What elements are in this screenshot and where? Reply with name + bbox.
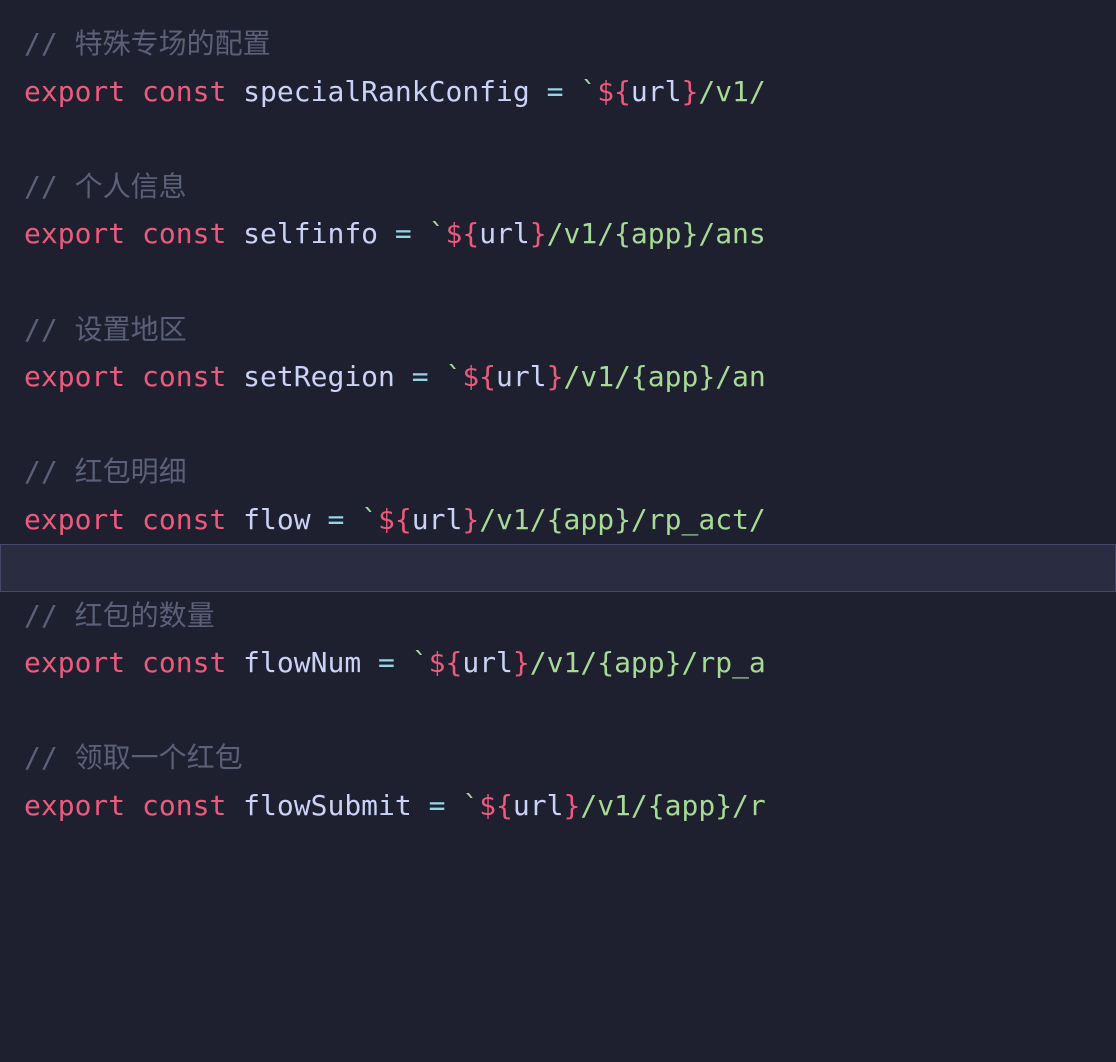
code-line-declaration: export const selfinfo = `${url}/v1/{app}… — [24, 210, 1116, 258]
comment-text: // 个人信息 — [24, 170, 187, 203]
template-open: ${ — [429, 646, 463, 679]
identifier: setRegion — [243, 360, 395, 393]
template-close: } — [547, 360, 564, 393]
identifier: specialRankConfig — [243, 75, 530, 108]
template-close: } — [681, 75, 698, 108]
keyword-const: const — [142, 360, 226, 393]
template-var: url — [462, 646, 513, 679]
operator-equals: = — [429, 789, 446, 822]
string-tail: /v1/{app}/ans — [547, 217, 766, 250]
keyword-export: export — [24, 503, 125, 536]
template-close: } — [563, 789, 580, 822]
code-line-comment: // 特殊专场的配置 — [24, 20, 1116, 68]
operator-equals: = — [395, 217, 412, 250]
keyword-export: export — [24, 75, 125, 108]
template-close: } — [530, 217, 547, 250]
code-line-comment: // 领取一个红包 — [24, 734, 1116, 782]
keyword-export: export — [24, 217, 125, 250]
backtick: ` — [429, 217, 446, 250]
keyword-export: export — [24, 789, 125, 822]
code-line-declaration: export const flow = `${url}/v1/{app}/rp_… — [24, 496, 1116, 544]
keyword-export: export — [24, 360, 125, 393]
backtick: ` — [462, 789, 479, 822]
keyword-const: const — [142, 75, 226, 108]
keyword-const: const — [142, 789, 226, 822]
template-close: } — [462, 503, 479, 536]
code-line-comment: // 红包的数量 — [24, 592, 1116, 640]
string-tail: /v1/{app}/an — [563, 360, 765, 393]
template-var: url — [412, 503, 463, 536]
keyword-const: const — [142, 646, 226, 679]
identifier: selfinfo — [243, 217, 378, 250]
template-close: } — [513, 646, 530, 679]
template-open: ${ — [479, 789, 513, 822]
backtick: ` — [412, 646, 429, 679]
template-open: ${ — [378, 503, 412, 536]
code-line-blank — [24, 401, 1116, 449]
template-open: ${ — [445, 217, 479, 250]
code-line-highlighted[interactable] — [0, 544, 1116, 592]
template-open: ${ — [462, 360, 496, 393]
template-var: url — [479, 217, 530, 250]
comment-text: // 设置地区 — [24, 313, 187, 346]
code-editor[interactable]: // 特殊专场的配置 export const specialRankConfi… — [24, 20, 1116, 830]
comment-text: // 特殊专场的配置 — [24, 27, 271, 60]
template-var: url — [631, 75, 682, 108]
backtick: ` — [580, 75, 597, 108]
string-tail: /v1/{app}/r — [580, 789, 765, 822]
identifier: flowNum — [243, 646, 361, 679]
code-line-declaration: export const flowNum = `${url}/v1/{app}/… — [24, 639, 1116, 687]
code-line-declaration: export const flowSubmit = `${url}/v1/{ap… — [24, 782, 1116, 830]
identifier: flowSubmit — [243, 789, 412, 822]
code-line-comment: // 红包明细 — [24, 448, 1116, 496]
comment-text: // 领取一个红包 — [24, 741, 243, 774]
template-var: url — [513, 789, 564, 822]
template-open: ${ — [597, 75, 631, 108]
code-line-comment: // 设置地区 — [24, 306, 1116, 354]
string-tail: /v1/ — [698, 75, 765, 108]
code-line-declaration: export const setRegion = `${url}/v1/{app… — [24, 353, 1116, 401]
template-var: url — [496, 360, 547, 393]
code-line-blank — [24, 687, 1116, 735]
comment-text: // 红包明细 — [24, 455, 187, 488]
keyword-const: const — [142, 503, 226, 536]
code-line-blank — [24, 115, 1116, 163]
code-line-declaration: export const specialRankConfig = `${url}… — [24, 68, 1116, 116]
identifier: flow — [243, 503, 310, 536]
backtick: ` — [445, 360, 462, 393]
operator-equals: = — [412, 360, 429, 393]
code-line-blank — [24, 258, 1116, 306]
comment-text: // 红包的数量 — [24, 599, 215, 632]
operator-equals: = — [327, 503, 344, 536]
operator-equals: = — [378, 646, 395, 679]
keyword-const: const — [142, 217, 226, 250]
keyword-export: export — [24, 646, 125, 679]
backtick: ` — [361, 503, 378, 536]
operator-equals: = — [547, 75, 564, 108]
code-line-comment: // 个人信息 — [24, 163, 1116, 211]
string-tail: /v1/{app}/rp_act/ — [479, 503, 766, 536]
string-tail: /v1/{app}/rp_a — [530, 646, 766, 679]
